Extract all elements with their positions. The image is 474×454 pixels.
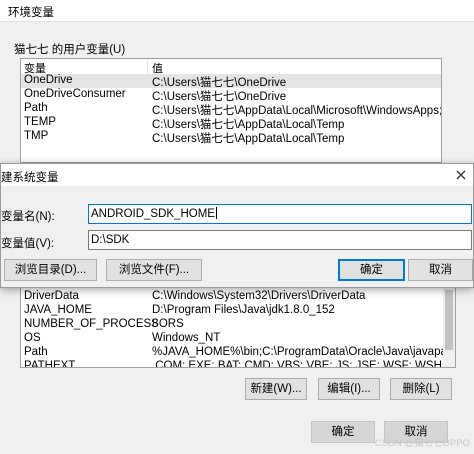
user-variables-list[interactable]: 变量 值 OneDrive C:\Users\猫七七\OneDrive OneD… [20, 58, 442, 163]
scrollbar-thumb[interactable] [445, 290, 453, 350]
list-item[interactable]: TMP C:\Users\猫七七\AppData\Local\Temp [21, 130, 441, 145]
user-variables-header: 变量 值 [21, 60, 441, 75]
variable-name: OneDriveConsumer [24, 88, 126, 100]
close-icon[interactable]: × [451, 165, 471, 185]
new-var-titlebar: 建系统变量 × [1, 164, 473, 186]
browse-directory-button[interactable]: 浏览目录(D)... [4, 259, 97, 281]
variable-name: Path [24, 102, 48, 114]
variable-value: C:\Windows\System32\Drivers\DriverData [152, 290, 366, 302]
ok-button[interactable]: 确定 [338, 259, 405, 281]
variable-name-text: ANDROID_SDK_HOME [91, 208, 215, 220]
list-item[interactable]: OneDriveConsumer C:\Users\猫七七\OneDrive [21, 88, 441, 103]
variable-value: .COM;.EXE;.BAT;.CMD;.VBS;.VBE;.JS;.JSE;.… [152, 360, 456, 368]
variable-value: %JAVA_HOME%\bin;C:\ProgramData\Oracle\Ja… [152, 346, 456, 358]
variable-name-input[interactable]: ANDROID_SDK_HOME [88, 204, 472, 224]
variable-name-label: 变量名(N): [1, 211, 55, 223]
variable-name: Path [24, 346, 48, 358]
list-item[interactable]: Path %JAVA_HOME%\bin;C:\ProgramData\Orac… [21, 346, 455, 360]
variable-value: D:\Program Files\Java\jdk1.8.0_152 [152, 304, 335, 316]
list-item[interactable]: JAVA_HOME D:\Program Files\Java\jdk1.8.0… [21, 304, 455, 318]
variable-name: OS [24, 332, 41, 344]
delete-variable-button[interactable]: 删除(L) [390, 378, 452, 400]
variable-value: C:\Users\猫七七\AppData\Local\Temp [152, 133, 345, 145]
variable-name: OneDrive [24, 74, 73, 86]
browse-file-button[interactable]: 浏览文件(F)... [106, 259, 202, 281]
variable-name: TEMP [24, 116, 56, 128]
list-item[interactable]: DriverData C:\Windows\System32\Drivers\D… [21, 290, 455, 304]
list-item[interactable]: OS Windows_NT [21, 332, 455, 346]
list-item[interactable]: OneDrive C:\Users\猫七七\OneDrive [21, 74, 441, 89]
variable-name: JAVA_HOME [24, 304, 92, 316]
edit-variable-button[interactable]: 编辑(I)... [318, 378, 380, 400]
variable-name: TMP [24, 130, 49, 142]
variable-name: DriverData [24, 290, 79, 302]
variable-value-label: 变量值(V): [1, 238, 55, 250]
variable-value-input[interactable]: D:\SDK [88, 230, 472, 250]
variable-value: Windows_NT [152, 332, 221, 344]
watermark: CSDN @猫七七OPPO [374, 438, 470, 449]
env-dialog-title: 环境变量 [8, 7, 54, 19]
system-variables-list[interactable]: DriverData C:\Windows\System32\Drivers\D… [20, 288, 456, 368]
variable-name: PATHEXT [24, 360, 76, 368]
variable-value-text: D:\SDK [91, 234, 130, 246]
text-caret [215, 207, 217, 219]
new-variable-button[interactable]: 新建(W)... [245, 378, 307, 400]
system-list-scrollbar[interactable] [443, 288, 455, 367]
env-ok-button[interactable]: 确定 [311, 421, 375, 443]
list-item[interactable]: NUMBER_OF_PROCESSORS 8 [21, 318, 455, 332]
user-variables-label: 猫七七 的用户变量(U) [14, 44, 126, 56]
list-item[interactable]: PATHEXT .COM;.EXE;.BAT;.CMD;.VBS;.VBE;.J… [21, 360, 456, 368]
list-item[interactable]: Path C:\Users\猫七七\AppData\Local\Microsof… [21, 102, 441, 117]
variable-name: NUMBER_OF_PROCESSORS [24, 318, 184, 330]
cancel-button[interactable]: 取消 [408, 259, 473, 281]
env-dialog-titlebar: 环境变量 [0, 0, 474, 22]
new-system-variable-dialog: 建系统变量 × 变量名(N): ANDROID_SDK_HOME 变量值(V):… [0, 163, 474, 288]
column-separator [147, 60, 148, 74]
variable-value: 8 [152, 318, 159, 330]
new-var-dialog-title: 建系统变量 [1, 172, 59, 184]
list-item[interactable]: TEMP C:\Users\猫七七\AppData\Local\Temp [21, 116, 441, 131]
